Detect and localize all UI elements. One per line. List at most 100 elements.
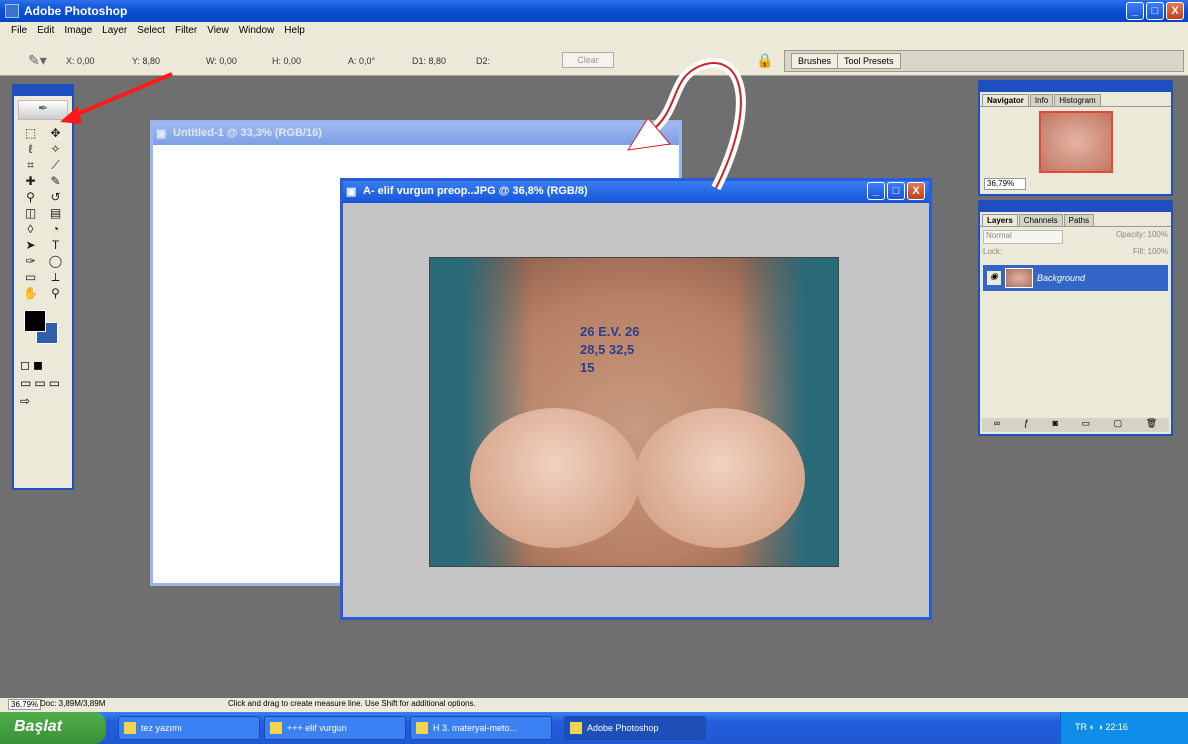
close-button[interactable]: X [1166,2,1184,20]
maximize-button[interactable]: □ [1146,2,1164,20]
screen-mode-2-icon[interactable]: ▭ [34,376,45,390]
slice-tool-icon[interactable]: ⟋ [43,158,68,172]
zoom-tool-icon[interactable]: ⚲ [43,286,68,300]
link-icon[interactable]: ∞ [994,418,1000,432]
feather-icon[interactable]: ✒ [18,100,68,120]
preop-photo[interactable]: 26 E.V. 26 28,5 32,5 15 [429,257,839,567]
palette-header[interactable] [980,82,1171,92]
hand-tool-icon[interactable]: ✋ [18,286,43,300]
palette-well-icon[interactable]: 🔒 [756,52,773,69]
clear-button[interactable]: Clear [562,52,614,68]
app-title: Adobe Photoshop [24,4,128,18]
doc-size[interactable]: Doc: 3,89M/3,89M [40,699,105,708]
eye-icon[interactable]: ◉ [987,271,1001,285]
menu-view[interactable]: View [202,22,234,40]
folder-icon [124,722,136,734]
document-window-photo: ▣ A- elif vurgun preop..JPG @ 36,8% (RGB… [340,178,932,620]
doc-maximize-button[interactable]: □ [887,182,905,200]
status-zoom-field[interactable]: 36,79% [8,699,42,710]
foreground-color[interactable] [24,310,46,332]
menu-file[interactable]: File [6,22,32,40]
document-title-bar[interactable]: ▣ A- elif vurgun preop..JPG @ 36,8% (RGB… [343,181,929,203]
marquee-tool-icon[interactable]: ⬚ [18,126,43,140]
taskbar-item[interactable]: tez yazımı [118,716,260,740]
taskbar-item[interactable]: H 3. materyal-meto... [410,716,552,740]
palette-header[interactable] [980,202,1171,212]
color-swatches [18,308,68,350]
taskbar-item[interactable]: +++ elif vurgun [264,716,406,740]
trash-icon[interactable]: 🗑 [1146,418,1157,432]
tab-info[interactable]: Info [1029,94,1054,106]
document-canvas[interactable]: 26 E.V. 26 28,5 32,5 15 [343,203,929,617]
minimize-button[interactable]: _ [1126,2,1144,20]
document-title-bar[interactable]: ▣ Untitled-1 @ 33,3% (RGB/16) [153,123,679,145]
brush-tool-icon[interactable]: ✎ [43,174,68,188]
history-brush-tool-icon[interactable]: ↺ [43,190,68,204]
lasso-tool-icon[interactable]: ℓ [18,142,43,156]
fill-field[interactable]: 100% [1148,247,1168,256]
menu-image[interactable]: Image [59,22,97,40]
new-layer-icon[interactable]: ▢ [1114,418,1123,432]
tab-histogram[interactable]: Histogram [1054,94,1101,106]
taskbar-item[interactable]: Adobe Photoshop [564,716,706,740]
blur-tool-icon[interactable]: ◊ [18,222,43,236]
tab-brushes[interactable]: Brushes [791,53,839,69]
tab-paths[interactable]: Paths [1063,214,1095,226]
layer-style-icon[interactable]: ƒ [1024,418,1029,432]
clone-stamp-tool-icon[interactable]: ⚲ [18,190,43,204]
mask-icon[interactable]: ◙ [1052,418,1057,432]
screen-mode-3-icon[interactable]: ▭ [49,376,60,390]
tab-tool-presets[interactable]: Tool Presets [837,53,901,69]
screen-mode-1-icon[interactable]: ▭ [20,376,31,390]
tab-layers[interactable]: Layers [982,214,1018,226]
doc-minimize-button[interactable]: _ [867,182,885,200]
taskbar: Başlat tez yazımı +++ elif vurgun H 3. m… [0,712,1188,744]
measure-tool-icon[interactable]: ✎▾ [28,52,47,69]
eraser-tool-icon[interactable]: ◫ [18,206,43,220]
menu-layer[interactable]: Layer [97,22,132,40]
navigator-zoom-field[interactable]: 36,79% [984,178,1026,190]
tab-channels[interactable]: Channels [1018,214,1063,226]
layer-thumbnail [1005,268,1033,288]
standard-mode-icon[interactable]: ◻ [20,358,30,372]
taskbar-item-label: +++ elif vurgun [287,723,347,733]
opacity-field[interactable]: 100% [1148,230,1168,239]
path-selection-tool-icon[interactable]: ➤ [18,238,43,252]
navigator-thumbnail[interactable] [1038,111,1113,173]
eyedropper-tool-icon[interactable]: ⟂ [43,270,68,284]
navigator-palette: Navigator Info Histogram 36,79% [978,80,1173,196]
status-bar: 36,79% Doc: 3,89M/3,89M Click and drag t… [0,698,1188,712]
doc-close-button[interactable]: X [907,182,925,200]
start-button[interactable]: Başlat [0,712,106,744]
imageready-icon[interactable]: ⇨ [20,394,30,408]
gradient-tool-icon[interactable]: ▤ [43,206,68,220]
type-tool-icon[interactable]: T [43,238,68,252]
menu-window[interactable]: Window [234,22,280,40]
notes-tool-icon[interactable]: ▭ [18,270,43,284]
crop-tool-icon[interactable]: ⌗ [18,158,43,172]
tray-icons[interactable]: ◐ ◑ [1090,722,1106,732]
status-hint: Click and drag to create measure line. U… [228,699,476,708]
opacity-label: Opacity: [1115,230,1146,239]
document-icon: ▣ [156,128,167,140]
layer-row[interactable]: ◉ Background [983,265,1168,291]
move-tool-icon[interactable]: ✥ [43,126,68,140]
toolbox-header[interactable] [14,86,72,96]
pen-tool-icon[interactable]: ✑ [18,254,43,268]
menu-filter[interactable]: Filter [170,22,202,40]
shape-tool-icon[interactable]: ◯ [43,254,68,268]
quick-mask-icon[interactable]: ◼ [33,358,43,372]
menu-help[interactable]: Help [279,22,310,40]
blend-mode-select[interactable]: Normal [983,230,1063,244]
tab-navigator[interactable]: Navigator [982,94,1029,106]
menu-edit[interactable]: Edit [32,22,59,40]
marking-text: 26 E.V. 26 [580,324,640,339]
folder-icon[interactable]: ▭ [1082,418,1091,432]
menu-select[interactable]: Select [132,22,170,40]
healing-brush-tool-icon[interactable]: ✚ [18,174,43,188]
clock: 22:16 [1105,722,1128,732]
language-indicator[interactable]: TR [1075,722,1087,732]
palette-well: Brushes Tool Presets [784,50,1184,72]
magic-wand-tool-icon[interactable]: ✧ [43,142,68,156]
dodge-tool-icon[interactable]: ◔ [43,222,68,236]
